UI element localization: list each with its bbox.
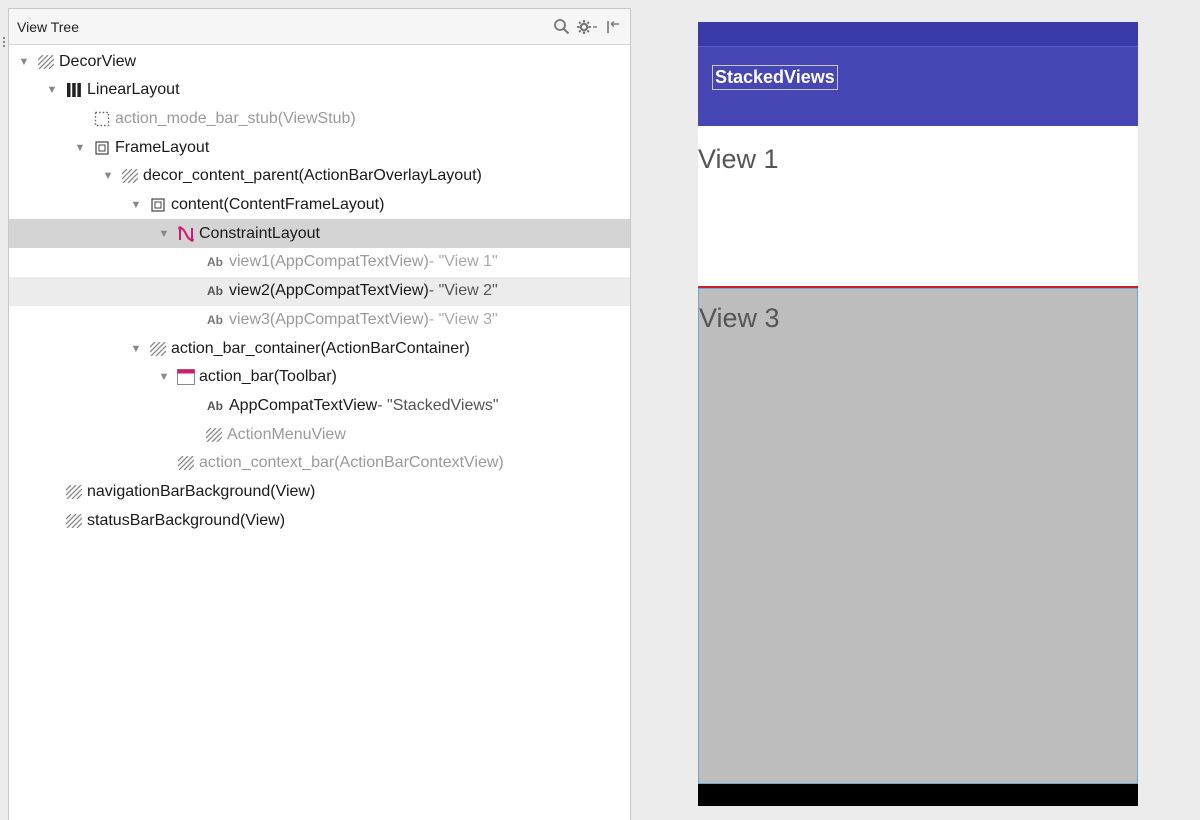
node-id: ActionMenuView	[227, 425, 346, 443]
panel-header: View Tree	[9, 9, 630, 45]
node-text-value: - "View 3"	[428, 310, 498, 328]
tree-node-constraintlayout[interactable]: ▼ ConstraintLayout	[9, 219, 630, 249]
tree-node-action-context-bar[interactable]: action_context_bar (ActionBarContextView…	[9, 449, 630, 478]
tree-node-view2[interactable]: Ab view2 (AppCompatTextView) - "View 2"	[9, 276, 630, 306]
panel-title: View Tree	[17, 18, 79, 35]
hatched-view-icon	[205, 427, 223, 443]
collapse-icon[interactable]	[602, 16, 624, 38]
tree-node-statusbarbackground[interactable]: statusBarBackground (View)	[9, 506, 630, 535]
linear-layout-icon	[65, 82, 83, 98]
expand-arrow-icon[interactable]: ▼	[45, 84, 59, 96]
tree-node-content[interactable]: ▼ content (ContentFrameLayout)	[9, 191, 630, 220]
tree-node-view1[interactable]: Ab view1 (AppCompatTextView) - "View 1"	[9, 248, 630, 277]
resize-grip[interactable]	[3, 37, 6, 49]
node-text-value: - "StackedViews"	[377, 396, 499, 414]
node-type: (View)	[270, 483, 316, 500]
navigation-bar[interactable]	[698, 784, 1138, 806]
hatched-view-icon	[65, 484, 83, 500]
node-id: decor_content_parent	[143, 167, 299, 185]
tree-node-actionmenuview[interactable]: ActionMenuView	[9, 420, 630, 449]
node-type: (ViewStub)	[277, 109, 356, 127]
device-preview-pane: StackedViews View 1 View 3	[633, 0, 1200, 820]
view3-text: View 3	[699, 303, 780, 333]
hatched-view-icon	[121, 168, 139, 184]
node-id: LinearLayout	[87, 81, 180, 99]
expand-arrow-icon[interactable]: ▼	[129, 343, 143, 355]
frame-layout-icon	[93, 140, 111, 156]
node-type: (ActionBarContextView)	[334, 454, 504, 472]
tree-node-appcompattextview[interactable]: Ab AppCompatTextView - "StackedViews"	[9, 391, 630, 420]
node-type: (AppCompatTextView)	[269, 282, 429, 300]
expand-arrow-icon[interactable]: ▼	[157, 371, 171, 383]
text-view-icon: Ab	[207, 398, 223, 413]
expand-arrow-icon[interactable]: ▼	[157, 228, 171, 240]
tree-node-action-bar-container[interactable]: ▼ action_bar_container (ActionBarContaine…	[9, 334, 630, 363]
tree-node-framelayout[interactable]: ▼ FrameLayout	[9, 133, 630, 162]
gear-icon[interactable]	[576, 16, 598, 38]
text-view-icon: Ab	[207, 284, 223, 299]
tree-node-decor-content-parent[interactable]: ▼ decor_content_parent (ActionBarOverlayL…	[9, 162, 630, 191]
node-type: (ActionBarContainer)	[320, 339, 470, 357]
view3-textview[interactable]: View 3	[698, 288, 1138, 784]
node-id: view2	[229, 282, 270, 300]
node-type: (ActionBarOverlayLayout)	[298, 167, 482, 185]
text-view-icon: Ab	[207, 255, 223, 270]
hatched-view-icon	[149, 341, 167, 357]
expand-arrow-icon[interactable]: ▼	[73, 142, 87, 154]
node-id: action_bar	[199, 368, 274, 386]
node-id: navigationBarBackground	[87, 483, 271, 500]
expand-arrow-icon[interactable]: ▼	[17, 56, 31, 68]
status-bar[interactable]	[698, 22, 1138, 46]
hatched-view-icon	[177, 455, 195, 471]
node-type: (AppCompatTextView)	[269, 310, 429, 328]
tree-node-view3[interactable]: Ab view3 (AppCompatTextView) - "View 3"	[9, 305, 630, 334]
node-type: (View)	[239, 511, 286, 529]
node-text-value: - "View 2"	[428, 282, 498, 300]
node-type: (AppCompatTextView)	[269, 253, 429, 271]
search-icon[interactable]	[550, 16, 572, 38]
node-id: content	[171, 196, 224, 213]
node-id: action_mode_bar_stub	[115, 109, 278, 127]
hatched-view-icon	[37, 54, 55, 70]
view-stub-icon	[93, 111, 111, 127]
node-id: view1	[229, 253, 270, 271]
app-toolbar[interactable]: StackedViews	[698, 46, 1138, 126]
tree-node-action-mode-bar-stub[interactable]: action_mode_bar_stub (ViewStub)	[9, 104, 630, 133]
expand-arrow-icon[interactable]: ▼	[101, 170, 115, 182]
node-id: action_bar_container	[171, 339, 321, 357]
tree-node-decorview[interactable]: ▼ DecorView	[9, 47, 630, 76]
node-type: (Toolbar)	[273, 368, 337, 386]
tree-node-action-bar[interactable]: ▼ action_bar (Toolbar)	[9, 363, 630, 392]
node-id: AppCompatTextView	[229, 396, 378, 414]
tree-node-navigationbarbackground[interactable]: navigationBarBackground (View)	[9, 478, 630, 507]
toolbar-title[interactable]: StackedViews	[712, 65, 838, 90]
device-screen: StackedViews View 1 View 3	[698, 22, 1138, 806]
expand-arrow-icon[interactable]: ▼	[129, 199, 143, 211]
view-tree-panel: View Tree ▼ DecorView ▼ LinearLayout action_…	[3, 8, 631, 820]
constraint-layout-icon	[177, 225, 195, 242]
text-view-icon: Ab	[207, 312, 223, 327]
view1-text: View 1	[698, 144, 779, 174]
node-id: view3	[229, 310, 270, 328]
toolbar-icon	[177, 369, 195, 386]
frame-layout-icon	[149, 197, 167, 213]
tree-node-linearlayout[interactable]: ▼ LinearLayout	[9, 76, 630, 105]
node-type: (ContentFrameLayout)	[223, 196, 385, 213]
node-id: statusBarBackground	[87, 511, 240, 529]
node-text-value: - "View 1"	[428, 253, 498, 271]
hatched-view-icon	[65, 513, 83, 529]
node-id: action_context_bar	[199, 454, 335, 472]
node-id: FrameLayout	[115, 138, 210, 156]
node-id: DecorView	[59, 52, 137, 70]
view1-textview[interactable]: View 1	[698, 126, 1138, 288]
node-id: ConstraintLayout	[199, 224, 320, 242]
